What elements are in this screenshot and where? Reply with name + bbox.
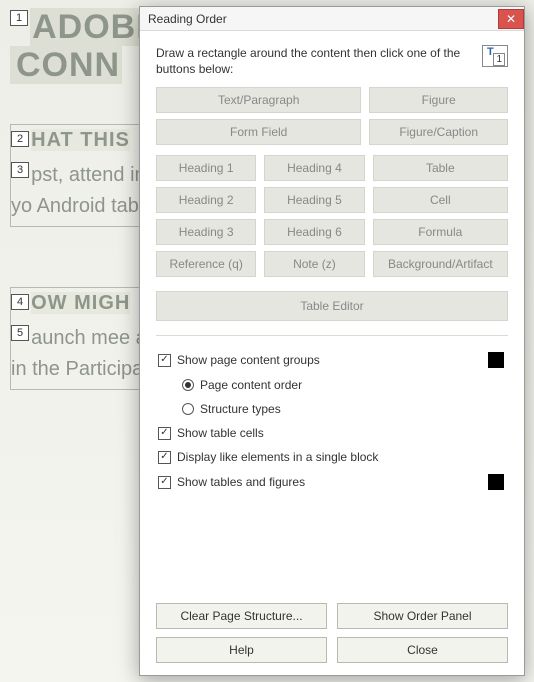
page-content-order-radio[interactable] bbox=[182, 379, 194, 391]
help-button[interactable]: Help bbox=[156, 637, 327, 663]
show-groups-label: Show page content groups bbox=[177, 353, 320, 367]
show-table-cells-label: Show table cells bbox=[177, 426, 264, 440]
separator bbox=[156, 335, 508, 336]
tables-color-swatch[interactable] bbox=[488, 474, 504, 490]
single-block-checkbox[interactable] bbox=[158, 451, 171, 464]
order-tag-5[interactable]: 5 bbox=[11, 325, 29, 341]
heading3-button[interactable]: Heading 3 bbox=[156, 219, 256, 245]
dialog-title: Reading Order bbox=[148, 12, 227, 26]
show-order-panel-button[interactable]: Show Order Panel bbox=[337, 603, 508, 629]
reading-order-dialog: Reading Order ✕ Draw a rectangle around … bbox=[139, 6, 525, 676]
heading4-button[interactable]: Heading 4 bbox=[264, 155, 364, 181]
formula-button[interactable]: Formula bbox=[373, 219, 508, 245]
table-editor-button[interactable]: Table Editor bbox=[156, 291, 508, 321]
figure-caption-button[interactable]: Figure/Caption bbox=[369, 119, 508, 145]
heading2-button[interactable]: Heading 2 bbox=[156, 187, 256, 213]
clear-page-structure-button[interactable]: Clear Page Structure... bbox=[156, 603, 327, 629]
dialog-intro-text: Draw a rectangle around the content then… bbox=[156, 45, 474, 77]
show-groups-checkbox[interactable] bbox=[158, 354, 171, 367]
background-artifact-button[interactable]: Background/Artifact bbox=[373, 251, 508, 277]
reference-button[interactable]: Reference (q) bbox=[156, 251, 256, 277]
cell-button[interactable]: Cell bbox=[373, 187, 508, 213]
heading6-button[interactable]: Heading 6 bbox=[264, 219, 364, 245]
structure-types-radio[interactable] bbox=[182, 403, 194, 415]
dialog-titlebar[interactable]: Reading Order ✕ bbox=[140, 7, 524, 31]
table-button[interactable]: Table bbox=[373, 155, 508, 181]
show-table-cells-checkbox[interactable] bbox=[158, 427, 171, 440]
page-content-order-label: Page content order bbox=[200, 378, 302, 392]
single-block-label: Display like elements in a single block bbox=[177, 450, 378, 464]
doc-heading-4: OW MIGH bbox=[31, 292, 130, 314]
order-tag-4[interactable]: 4 bbox=[11, 294, 29, 310]
note-button[interactable]: Note (z) bbox=[264, 251, 364, 277]
structure-types-label: Structure types bbox=[200, 402, 281, 416]
groups-color-swatch[interactable] bbox=[488, 352, 504, 368]
order-tag-3[interactable]: 3 bbox=[11, 162, 29, 178]
order-tag-1[interactable]: 1 bbox=[10, 10, 28, 26]
tag-sample-icon bbox=[482, 45, 508, 67]
doc-heading-2: HAT THIS bbox=[31, 129, 130, 151]
figure-button[interactable]: Figure bbox=[369, 87, 508, 113]
form-field-button[interactable]: Form Field bbox=[156, 119, 361, 145]
text-paragraph-button[interactable]: Text/Paragraph bbox=[156, 87, 361, 113]
close-button[interactable]: Close bbox=[337, 637, 508, 663]
heading1-button[interactable]: Heading 1 bbox=[156, 155, 256, 181]
heading5-button[interactable]: Heading 5 bbox=[264, 187, 364, 213]
show-tables-figures-label: Show tables and figures bbox=[177, 475, 305, 489]
order-tag-2[interactable]: 2 bbox=[11, 131, 29, 147]
doc-title-line2: CONN bbox=[10, 46, 122, 84]
close-icon[interactable]: ✕ bbox=[498, 9, 524, 29]
show-tables-figures-checkbox[interactable] bbox=[158, 476, 171, 489]
